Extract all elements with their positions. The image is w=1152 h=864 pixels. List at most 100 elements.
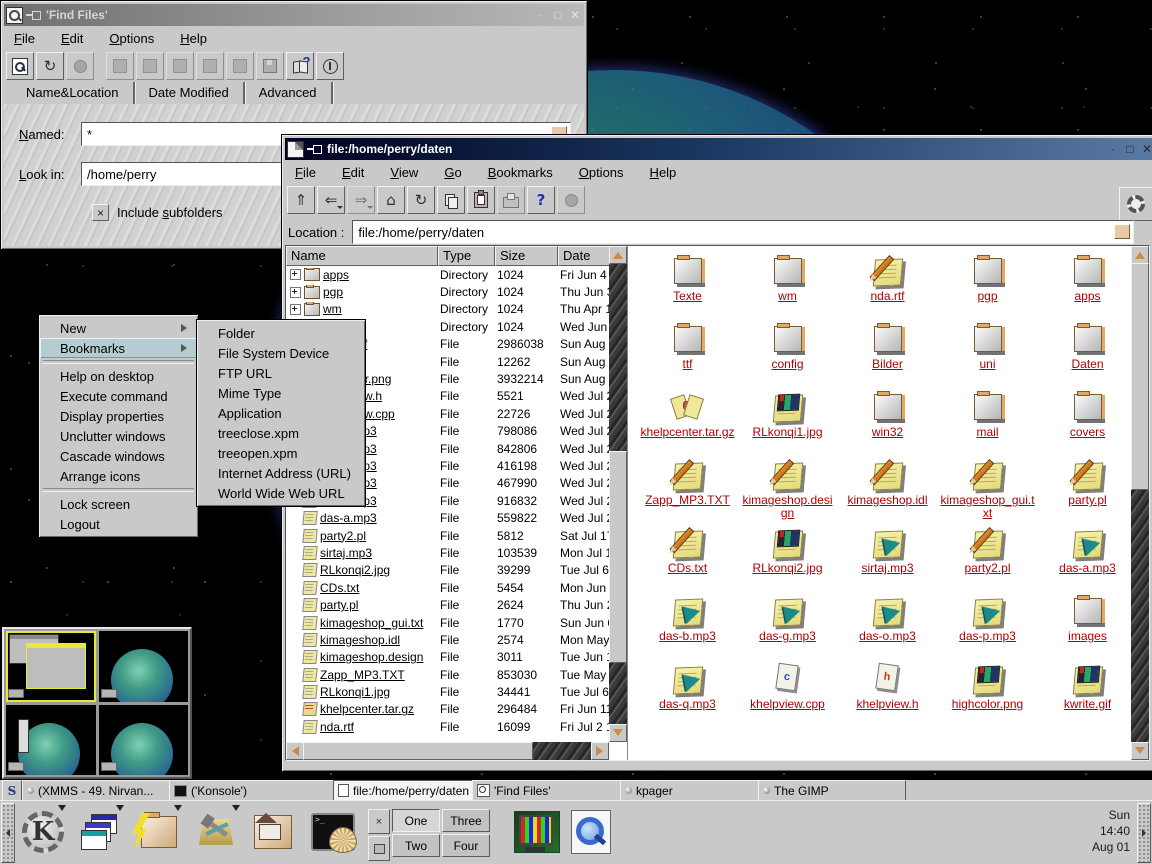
tree-horizontal-scrollbar[interactable] — [286, 742, 609, 760]
submenu-item-folder[interactable]: Folder — [198, 323, 364, 343]
tree-hscroll-thumb[interactable] — [303, 742, 533, 760]
table-row[interactable]: kimageshop_gui.txtFile1770Sun Jun 6 14 — [286, 614, 609, 631]
submenu-item-internet-address-url-[interactable]: Internet Address (URL) — [198, 463, 364, 483]
tree-vscroll-thumb[interactable] — [609, 451, 627, 663]
find-files-titlebar[interactable]: 'Find Files' · □ ✕ — [4, 4, 584, 26]
taskbar-button[interactable]: The GIMP — [758, 780, 906, 801]
menu-options[interactable]: Options — [579, 165, 624, 180]
tab-advanced[interactable]: Advanced — [245, 82, 333, 104]
file-name-link[interactable]: party2.pl — [320, 529, 366, 543]
file-icon-item[interactable]: hkhelpview.h — [838, 662, 937, 730]
taskbar-button[interactable]: (XMMS - 49. Nirvan... — [22, 780, 177, 801]
minimize-icon[interactable]: · — [1106, 142, 1120, 156]
taskbar-button[interactable]: ('Konsole') — [169, 780, 341, 801]
menu-help[interactable]: Help — [650, 165, 677, 180]
file-icon-label[interactable]: config — [771, 358, 803, 371]
file-icon-label[interactable]: RLkonqi2.jpg — [752, 562, 822, 575]
close-icon[interactable]: ✕ — [568, 8, 582, 22]
submenu-item-mime-type[interactable]: Mime Type — [198, 383, 364, 403]
system-monitor-button[interactable] — [512, 807, 562, 857]
file-icon-item[interactable]: mail — [938, 390, 1037, 458]
location-input[interactable]: file:/home/perry/daten — [352, 220, 1134, 244]
column-header-type[interactable]: Type — [438, 246, 495, 266]
table-row[interactable]: kimageshop.designFile3011Tue Jun 1 15 — [286, 649, 609, 666]
desktop-preview-2[interactable] — [99, 631, 189, 702]
copy-icon[interactable] — [437, 186, 465, 214]
file-icon-label[interactable]: das-a.mp3 — [1059, 562, 1116, 575]
menu-item-help-on-desktop[interactable]: Help on desktop — [40, 366, 197, 386]
file-icon-item[interactable]: wm — [738, 254, 837, 322]
menu-item-logout[interactable]: Logout — [40, 514, 197, 534]
file-icon-label[interactable]: ttf — [682, 358, 692, 371]
submenu-item-ftp-url[interactable]: FTP URL — [198, 363, 364, 383]
file-name-link[interactable]: das-a.mp3 — [320, 511, 377, 525]
table-row[interactable]: sirtaj.mp3File103539Mon Jul 12 16 — [286, 544, 609, 561]
file-icon-item[interactable]: nda.rtf — [838, 254, 937, 322]
file-icon-label[interactable]: pgp — [977, 290, 997, 303]
file-icon-item[interactable]: das-q.mp3 — [638, 662, 737, 730]
pager-desktop-four[interactable]: Four — [442, 834, 490, 857]
sticky-pin-icon[interactable] — [26, 10, 40, 20]
location-end-button[interactable] — [1114, 224, 1130, 239]
scroll-up-button[interactable] — [609, 246, 627, 264]
file-icon-label[interactable]: highcolor.png — [952, 698, 1023, 711]
file-icon-label[interactable]: mail — [976, 426, 998, 439]
up-icon[interactable]: ⇑ — [287, 186, 315, 214]
file-icon-item[interactable]: das-p.mp3 — [938, 594, 1037, 662]
reload-icon[interactable]: ↻ — [36, 52, 64, 80]
scroll-left-button[interactable] — [286, 742, 304, 760]
panel-hide-right-handle[interactable] — [1137, 803, 1151, 863]
submenu-item-application[interactable]: Application — [198, 403, 364, 423]
file-icon-item[interactable]: config — [738, 322, 837, 390]
table-row[interactable]: wmDirectory1024Thu Apr 15 17 — [286, 301, 609, 318]
help-icon[interactable]: ? — [527, 186, 555, 214]
menu-help[interactable]: Help — [180, 31, 207, 46]
close-icon[interactable]: ✕ — [1140, 142, 1152, 156]
file-name-link[interactable]: CDs.txt — [320, 581, 359, 595]
pager-desktop-two[interactable]: Two — [392, 834, 440, 857]
table-row[interactable]: RLkonqi1.jpgFile34441Tue Jul 6 15: — [286, 683, 609, 700]
scroll-right-button[interactable] — [591, 742, 609, 760]
table-row[interactable]: nda.rtfFile16099Fri Jul 2 18:1 — [286, 718, 609, 735]
file-icon-label[interactable]: Zapp_MP3.TXT — [645, 494, 730, 507]
table-row[interactable]: pgpDirectory1024Thu Jun 3 19 — [286, 283, 609, 300]
submenu-item-treeclose-xpm[interactable]: treeclose.xpm — [198, 423, 364, 443]
file-icon-item[interactable]: RLkonqi1.jpg — [738, 390, 837, 458]
menu-item-arrange-icons[interactable]: Arrange icons — [40, 466, 197, 486]
tree-vertical-scrollbar[interactable] — [609, 246, 627, 742]
file-icon-item[interactable]: Texte — [638, 254, 737, 322]
file-icon-item[interactable]: ckhelpview.cpp — [738, 662, 837, 730]
file-icon-label[interactable]: sirtaj.mp3 — [861, 562, 913, 575]
home-icon[interactable]: ⌂ — [377, 186, 405, 214]
column-header-name[interactable]: Name — [286, 246, 438, 266]
file-icon-item[interactable]: Daten — [1038, 322, 1137, 390]
utilities-button[interactable] — [192, 807, 242, 857]
info-icon[interactable] — [316, 52, 344, 80]
file-icon-label[interactable]: das-q.mp3 — [659, 698, 716, 711]
desktop-preview-4[interactable] — [99, 705, 189, 776]
file-icon-item[interactable]: Bilder — [838, 322, 937, 390]
iconview-vertical-scrollbar[interactable] — [1131, 246, 1149, 760]
file-icon-item[interactable]: das-b.mp3 — [638, 594, 737, 662]
window-list-button[interactable] — [76, 807, 126, 857]
include-subfolders-checkbox[interactable]: × — [92, 204, 109, 221]
menu-item-lock-screen[interactable]: Lock screen — [40, 494, 197, 514]
file-icon-item[interactable]: das-o.mp3 — [838, 594, 937, 662]
menu-item-bookmarks[interactable]: Bookmarks — [40, 338, 197, 358]
file-icon-label[interactable]: apps — [1074, 290, 1100, 303]
file-name-link[interactable]: RLkonqi1.jpg — [320, 685, 390, 699]
taskbar-button[interactable]: 'Find Files' — [472, 780, 628, 801]
minimize-icon[interactable]: · — [534, 8, 548, 22]
menu-bookmarks[interactable]: Bookmarks — [488, 165, 553, 180]
file-icon-item[interactable]: Zapp_MP3.TXT — [638, 458, 737, 526]
file-icon-item[interactable]: das-g.mp3 — [738, 594, 837, 662]
maximize-icon[interactable]: □ — [551, 8, 565, 22]
kde-gear-throbber[interactable] — [1119, 187, 1152, 221]
panel-clock[interactable]: Sun 14:40 Aug 01 — [1092, 807, 1130, 855]
table-row[interactable]: Zapp_MP3.TXTFile853030Tue May 25 0 — [286, 666, 609, 683]
table-row[interactable]: khelpcenter.tar.gzFile296484Fri Jun 11 2… — [286, 701, 609, 718]
file-icon-label[interactable]: wm — [778, 290, 797, 303]
file-icon-item[interactable]: kimageshop.design — [738, 458, 837, 526]
file-name-link[interactable]: kimageshop.design — [320, 650, 423, 664]
sticky-pin-icon[interactable] — [307, 144, 321, 154]
